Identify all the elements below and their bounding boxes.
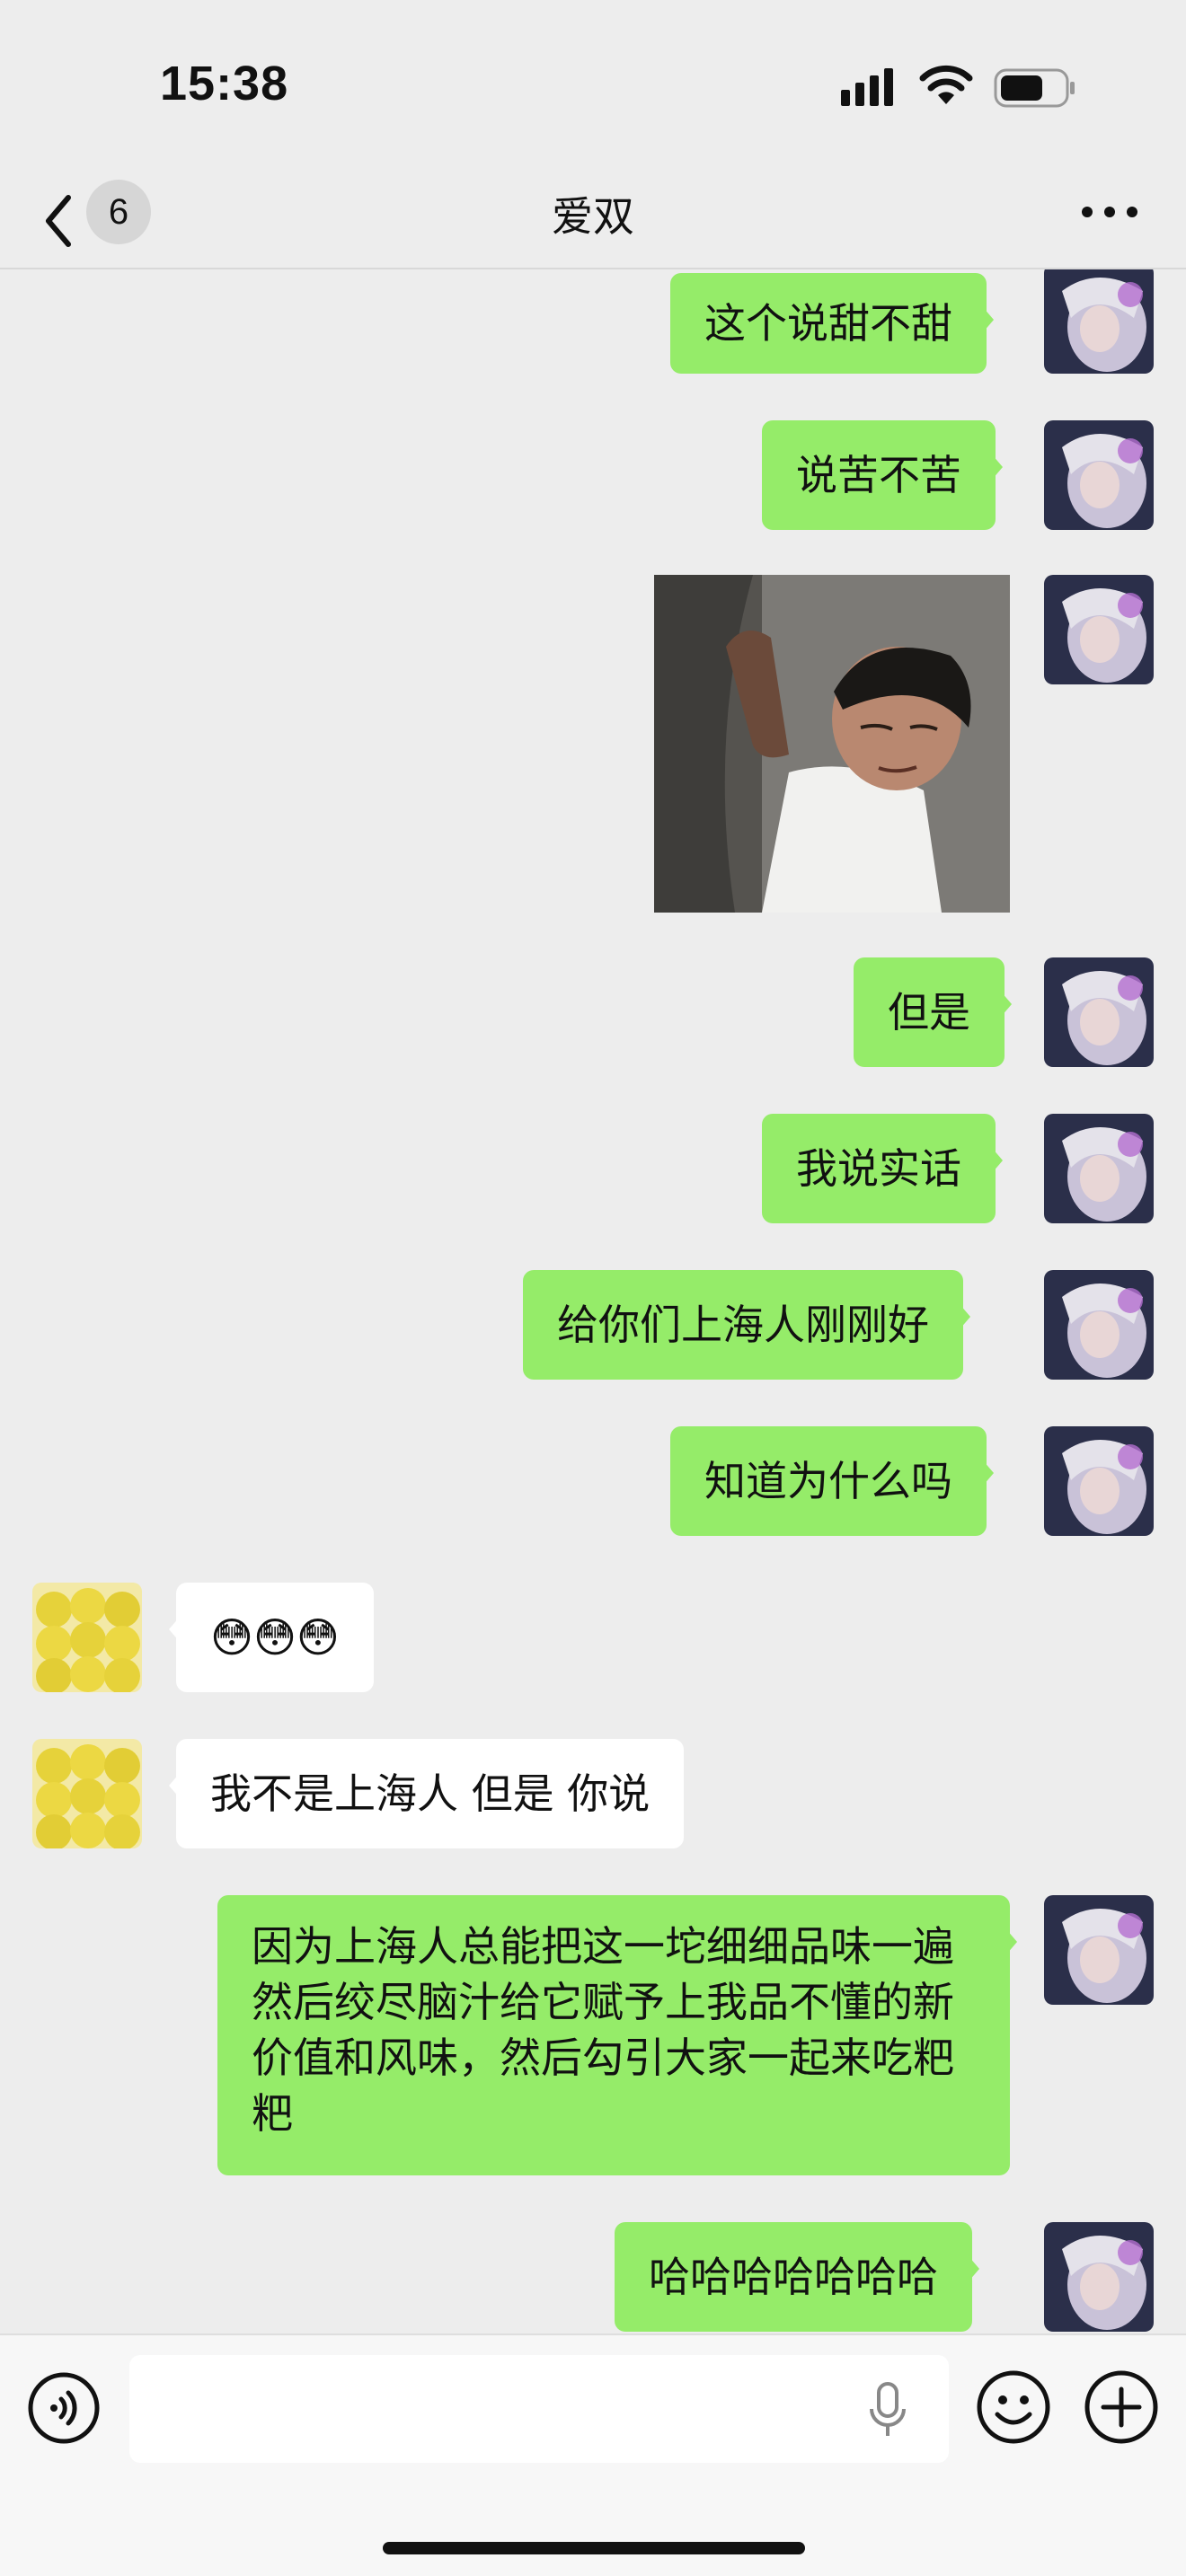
contact-avatar[interactable] bbox=[32, 1583, 142, 1692]
my-avatar[interactable] bbox=[1044, 420, 1154, 530]
signal-icon bbox=[841, 68, 893, 106]
status-bar: 15:38 bbox=[0, 0, 1186, 171]
more-dots-icon[interactable] bbox=[1078, 203, 1141, 221]
message-bubble[interactable]: 哈哈哈哈哈哈哈 bbox=[615, 2222, 979, 2332]
message-list[interactable]: 这个说甜不甜 说苦不苦 但是 我说实话 给你们上海人刚刚好 知道为什么吗 😳😳😳… bbox=[0, 269, 1186, 2335]
my-avatar[interactable] bbox=[1044, 1895, 1154, 2005]
wifi-icon bbox=[919, 65, 973, 104]
message-text: 知道为什么吗 bbox=[704, 1457, 952, 1505]
my-avatar[interactable] bbox=[1044, 2222, 1154, 2332]
message-bubble[interactable]: 😳😳😳 bbox=[169, 1583, 374, 1692]
message-text: 😳😳😳 bbox=[210, 1613, 340, 1662]
message-text: 我说实话 bbox=[796, 1144, 961, 1193]
message-bubble[interactable]: 知道为什么吗 bbox=[670, 1426, 994, 1536]
message-bubble[interactable]: 因为上海人总能把这一坨细细品味一遍然后绞尽脑汁给它赋予上我品不懂的新价值和风味，… bbox=[217, 1895, 1017, 2175]
voice-icon[interactable] bbox=[27, 2371, 101, 2445]
image-message[interactable] bbox=[654, 575, 1010, 913]
my-avatar[interactable] bbox=[1044, 957, 1154, 1067]
mic-icon[interactable] bbox=[866, 2382, 909, 2439]
my-avatar[interactable] bbox=[1044, 1114, 1154, 1223]
input-bar bbox=[0, 2333, 1186, 2576]
message-text: 因为上海人总能把这一坨细细品味一遍然后绞尽脑汁给它赋予上我品不懂的新价值和风味，… bbox=[252, 1922, 954, 2138]
my-avatar[interactable] bbox=[1044, 1426, 1154, 1536]
message-bubble[interactable]: 我说实话 bbox=[762, 1114, 1003, 1223]
message-bubble[interactable]: 说苦不苦 bbox=[762, 420, 1003, 530]
message-input[interactable] bbox=[129, 2355, 949, 2463]
message-text: 哈哈哈哈哈哈哈 bbox=[649, 2253, 938, 2301]
message-bubble[interactable]: 但是 bbox=[854, 957, 1012, 1067]
message-text: 这个说甜不甜 bbox=[704, 299, 952, 348]
battery-icon bbox=[994, 68, 1075, 108]
emoji-icon[interactable] bbox=[976, 2369, 1051, 2445]
message-bubble[interactable]: 这个说甜不甜 bbox=[670, 273, 994, 374]
message-text: 我不是上海人 但是 你说 bbox=[210, 1769, 651, 1818]
contact-avatar[interactable] bbox=[32, 1739, 142, 1848]
message-bubble[interactable]: 给你们上海人刚刚好 bbox=[523, 1270, 970, 1380]
my-avatar[interactable] bbox=[1044, 575, 1154, 684]
message-text: 说苦不苦 bbox=[796, 451, 961, 499]
home-indicator bbox=[383, 2542, 805, 2554]
message-bubble[interactable]: 我不是上海人 但是 你说 bbox=[168, 1739, 685, 1848]
message-text: 给你们上海人刚刚好 bbox=[557, 1301, 929, 1349]
chat-title: 爱双 bbox=[552, 192, 634, 241]
plus-icon[interactable] bbox=[1084, 2369, 1159, 2445]
status-time: 15:38 bbox=[160, 57, 289, 110]
message-text: 但是 bbox=[888, 988, 970, 1037]
my-avatar[interactable] bbox=[1044, 1270, 1154, 1380]
my-avatar[interactable] bbox=[1044, 269, 1154, 374]
